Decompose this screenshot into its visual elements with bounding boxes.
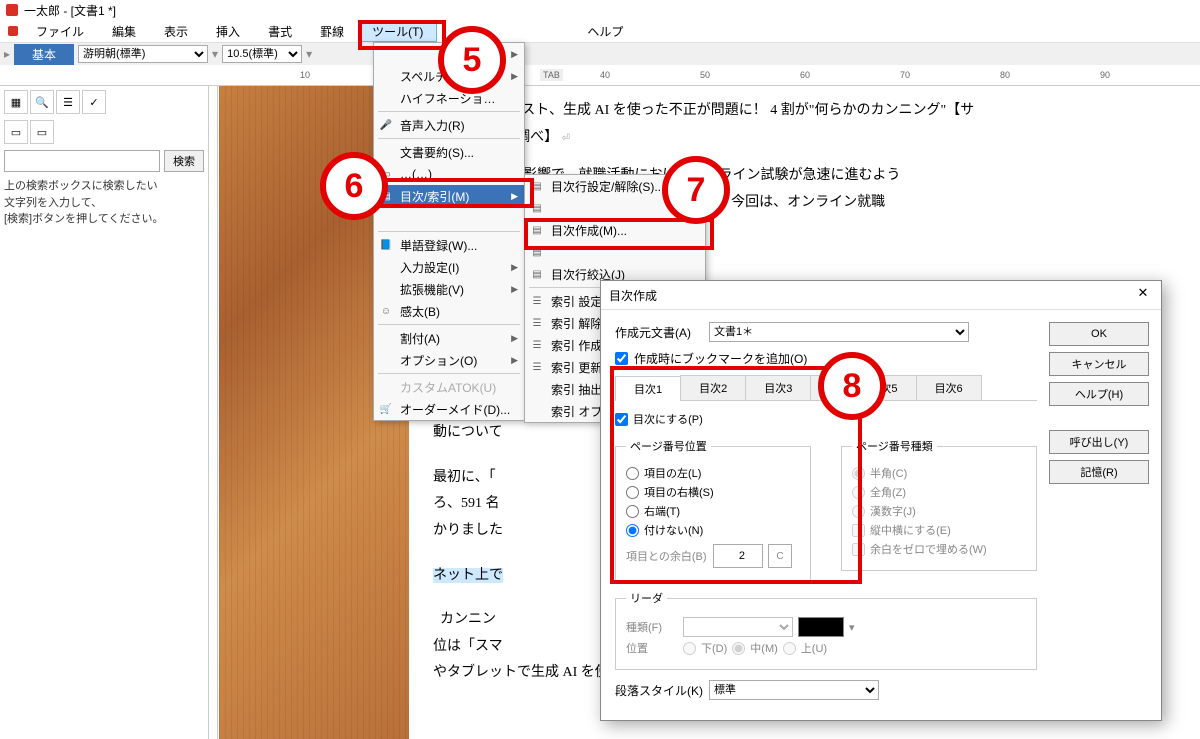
search-button[interactable]: 検索 <box>164 150 204 172</box>
window-title: 一太郎 - [文書1 *] <box>24 2 116 19</box>
tools-item-proof[interactable]: ▭…(…) <box>374 163 524 185</box>
tools-item-kanta[interactable]: ☺感太(B) <box>374 300 524 322</box>
tools-item-option[interactable]: オプション(O)▶ <box>374 349 524 371</box>
annotation-circle-8: 8 <box>818 352 886 420</box>
app-icon <box>8 26 18 36</box>
app-logo-icon <box>6 4 18 16</box>
tools-item-word[interactable]: 📘単語登録(W)... <box>374 234 524 256</box>
src-label: 作成元文書(A) <box>615 324 703 341</box>
src-select[interactable]: 文書1＊ <box>709 322 969 342</box>
tool-icon-1[interactable]: ▭ <box>4 120 28 144</box>
page-type-group: ページ番号種類 半角(C) 全角(Z) 漢数字(J) 縦中横にする(E) 余白を… <box>841 438 1037 571</box>
help-button[interactable]: ヘルプ(H) <box>1049 382 1149 406</box>
dict-icon: 📘 <box>378 237 394 253</box>
menu-file[interactable]: ファイル <box>22 21 98 42</box>
thumbnail-view-icon[interactable]: ▦ <box>4 90 28 114</box>
tools-item-input[interactable]: 入力設定(I)▶ <box>374 256 524 278</box>
cancel-button[interactable]: キャンセル <box>1049 352 1149 376</box>
bookmark-checkbox[interactable] <box>615 352 628 365</box>
ok-button[interactable]: OK <box>1049 322 1149 346</box>
ruler: TAB 10 20 30 40 50 60 70 80 90 <box>0 65 1200 86</box>
tools-item-voice[interactable]: 🎤音声入力(R) <box>374 114 524 136</box>
search-hint: 上の検索ボックスに検索したい 文字列を入力して、 [検索]ボタンを押してください… <box>4 178 204 228</box>
menubar: ファイル 編集 表示 挿入 書式 罫線 ツール(T) ヘルプ <box>0 20 1200 43</box>
ruler-tab-marker: TAB <box>540 69 563 81</box>
lp-mid-radio <box>732 642 745 655</box>
pp-edge-radio[interactable] <box>626 505 639 518</box>
menu-tools[interactable]: ツール(T) <box>358 21 437 42</box>
toc-create-dialog: 目次作成 ✕ 作成元文書(A) 文書1＊ 作成時にブックマークを追加(O) 目次… <box>600 280 1162 721</box>
toolbar-basic-label[interactable]: 基本 <box>14 44 74 65</box>
pt-tate-check <box>852 524 865 537</box>
toolbar: ▸ 基本 游明朝(標準) ▾ 10.5(標準) ▾ <box>0 43 1200 65</box>
tools-item-order[interactable]: 🛒オーダーメイド(D)... <box>374 398 524 420</box>
toc-item-update[interactable]: ▤ <box>525 241 705 263</box>
tools-menu: ▶ スペルチ…▶ ハイフネーショ… 🎤音声入力(R) 文書要約(S)... ▭…… <box>373 42 525 421</box>
menu-ruler[interactable]: 罫線 <box>306 21 358 42</box>
menu-addin[interactable] <box>505 29 573 33</box>
pt-kan-radio <box>852 505 865 518</box>
gap-input[interactable] <box>713 544 763 568</box>
lp-down-radio <box>683 642 696 655</box>
pt-han-radio <box>852 467 865 480</box>
menu-help[interactable]: ヘルプ <box>573 21 637 42</box>
cart-icon: 🛒 <box>378 401 394 417</box>
font-select[interactable]: 游明朝(標準) <box>78 45 208 63</box>
pp-left-radio[interactable] <box>626 467 639 480</box>
make-toc-label: 目次にする(P) <box>633 411 703 427</box>
store-button[interactable]: 記憶(R) <box>1049 460 1149 484</box>
leader-group: リーダ 種類(F) ▾ 位置 下(D) 中(M) 上(U) <box>615 590 1037 670</box>
toc-item-create[interactable]: ▤目次作成(M)... <box>525 219 705 241</box>
annotation-circle-5: 5 <box>438 26 506 94</box>
parastyle-label: 段落スタイル(K) <box>615 682 703 699</box>
pp-right-radio[interactable] <box>626 486 639 499</box>
recall-button[interactable]: 呼び出し(Y) <box>1049 430 1149 454</box>
lp-up-radio <box>783 642 796 655</box>
leader-type-select <box>683 617 793 637</box>
page-pos-group: ページ番号位置 項目の左(L) 項目の右横(S) 右端(T) 付けない(N) 項… <box>615 438 811 582</box>
annotation-circle-6: 6 <box>320 152 388 220</box>
bookmark-label: 作成時にブックマークを追加(O) <box>634 350 807 367</box>
smile-icon: ☺ <box>378 303 394 319</box>
tools-item-hyphen[interactable]: ハイフネーショ… <box>374 87 524 109</box>
tab-toc2[interactable]: 目次2 <box>680 375 746 400</box>
tool-icon-2[interactable]: ▭ <box>30 120 54 144</box>
mic-icon: 🎤 <box>378 117 394 133</box>
titlebar: 一太郎 - [文書1 *] <box>0 0 1200 20</box>
tools-item-summary[interactable]: 文書要約(S)... <box>374 141 524 163</box>
tools-item-atok[interactable]: カスタムATOK(U) <box>374 376 524 398</box>
annotation-circle-7: 7 <box>662 156 730 224</box>
search-view-icon[interactable]: 🔍 <box>30 90 54 114</box>
tools-item-warituke[interactable]: 割付(A)▶ <box>374 327 524 349</box>
pp-none-radio[interactable] <box>626 524 639 537</box>
apply-icon[interactable]: ✓ <box>82 90 106 114</box>
make-toc-checkbox[interactable] <box>615 413 628 426</box>
sidebar: ▦ 🔍 ☰ ✓ ▭ ▭ 検索 上の検索ボックスに検索したい 文字列を入力して、 … <box>0 86 209 739</box>
menu-format[interactable]: 書式 <box>254 21 306 42</box>
size-select[interactable]: 10.5(標準) <box>222 45 302 63</box>
tab-toc1[interactable]: 目次1 <box>615 376 681 401</box>
tab-toc3[interactable]: 目次3 <box>745 375 811 400</box>
tools-item-gallery[interactable] <box>374 207 524 229</box>
parastyle-select[interactable]: 標準 <box>709 680 879 700</box>
close-icon[interactable]: ✕ <box>1133 285 1153 305</box>
dialog-title: 目次作成 <box>609 287 657 304</box>
menu-view[interactable]: 表示 <box>150 21 202 42</box>
search-input[interactable] <box>4 150 160 172</box>
gap-unit-button[interactable]: C <box>768 544 792 568</box>
menu-insert[interactable]: 挿入 <box>202 21 254 42</box>
list-view-icon[interactable]: ☰ <box>56 90 80 114</box>
leader-color-swatch[interactable] <box>798 617 844 637</box>
pt-zen-radio <box>852 486 865 499</box>
tools-item-ext[interactable]: 拡張機能(V)▶ <box>374 278 524 300</box>
tab-toc6[interactable]: 目次6 <box>916 375 982 400</box>
menu-edit[interactable]: 編集 <box>98 21 150 42</box>
pt-zero-check <box>852 543 865 556</box>
tools-item-toc-index[interactable]: ▤目次/索引(M)▶ <box>374 185 524 207</box>
vertical-ruler <box>209 86 218 739</box>
